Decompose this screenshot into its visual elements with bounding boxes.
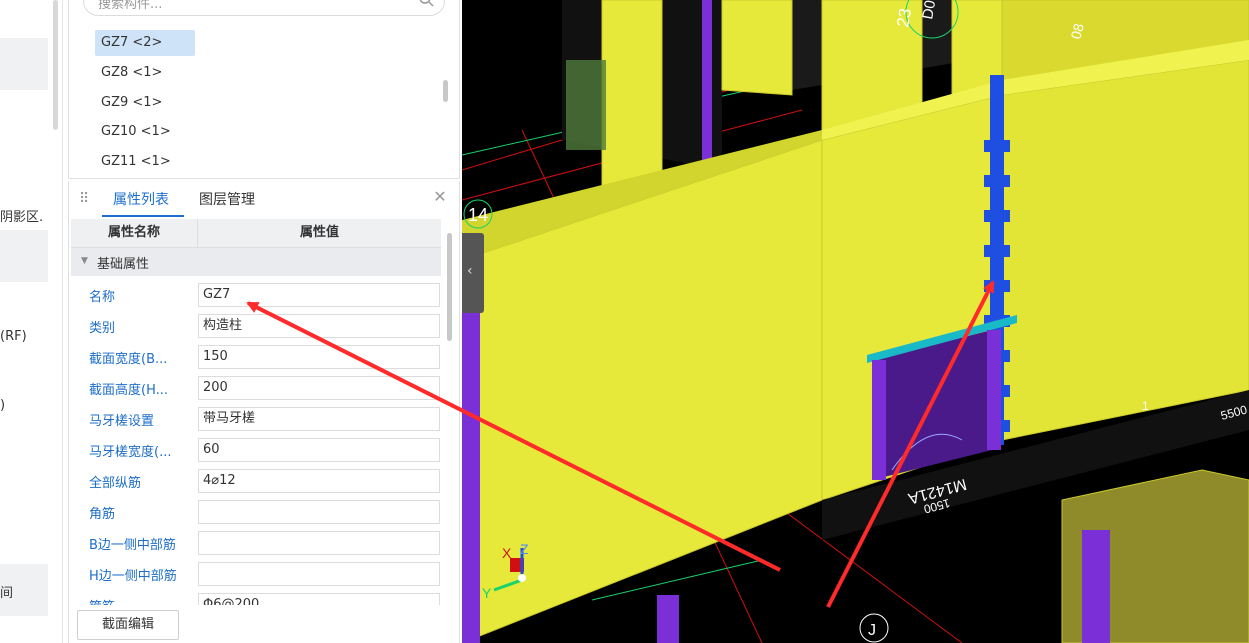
annotation-arrow xyxy=(246,301,781,572)
annotation-arrow xyxy=(826,280,995,608)
annotation-overlay xyxy=(246,280,995,608)
